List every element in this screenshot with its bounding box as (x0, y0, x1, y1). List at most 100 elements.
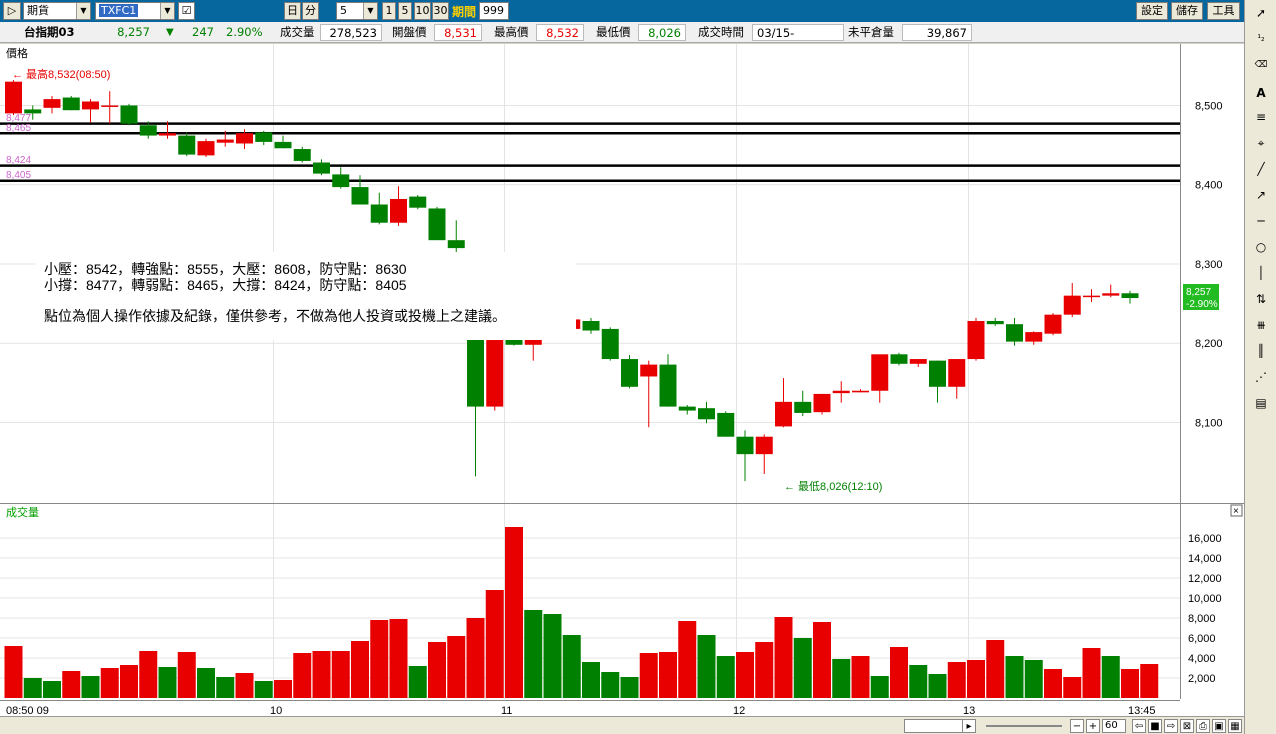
candle-body (775, 401, 792, 427)
volume-bar (81, 676, 100, 698)
volume-bar (447, 636, 466, 698)
candle-body (1063, 295, 1081, 315)
candle-body (236, 133, 253, 144)
cursor-icon[interactable]: ➚ (1251, 4, 1271, 22)
tools-button[interactable]: 工具 (1207, 2, 1240, 20)
line-icon[interactable]: ╱ (1251, 160, 1271, 178)
x-tick-label: 11 (501, 705, 512, 716)
label-icon[interactable]: ⌖ (1251, 134, 1271, 152)
interval-30-button[interactable]: 30 (432, 2, 449, 20)
horizontal-lines-icon[interactable]: ≡ (1251, 108, 1271, 126)
text-icon[interactable]: A (1251, 84, 1271, 102)
interval-5-button[interactable]: 5 (398, 2, 412, 20)
market-select[interactable]: 期貨 ▼ (23, 2, 91, 20)
candle-body (1025, 332, 1043, 342)
symbol-input[interactable]: TXFC1 ▼ (95, 2, 175, 20)
zoom-in-icon[interactable]: + (1086, 719, 1100, 733)
candle-body (293, 149, 311, 161)
candle-body (813, 393, 831, 413)
settings-button[interactable]: 設定 (1136, 2, 1168, 20)
x-tick-label: 10 (270, 705, 282, 716)
y-tick-label: 6,000 (1188, 633, 1216, 645)
low-marker: ← 最低8,026(12:10) (784, 480, 882, 493)
quote-bar: 台指期03 8,257 ▼ 247 2.90% 成交量 278,523 開盤價 … (0, 22, 1244, 57)
volume-bar (4, 646, 23, 698)
candle-body (351, 187, 369, 205)
price-change: 247 (192, 25, 214, 39)
scroll-right-icon[interactable]: ▸ (962, 719, 976, 733)
y-tick-label: 8,400 (1195, 180, 1223, 192)
price-panel-title: 價格 (6, 46, 28, 60)
image-icon[interactable]: ▦ (1228, 719, 1242, 733)
period-day-button[interactable]: 日 (284, 2, 301, 20)
volume-bar (947, 662, 966, 698)
period-input[interactable]: 999 (479, 2, 509, 20)
high-marker: ← 最高8,532(08:50) (12, 67, 110, 81)
candle-body (1006, 324, 1023, 342)
x-tick-label: 08:50 09 (6, 705, 49, 716)
y-tick-label: 10,000 (1188, 593, 1222, 605)
fan-icon[interactable]: ⋰ (1251, 368, 1271, 386)
vertical-bars-icon[interactable]: ║ (1251, 342, 1271, 360)
x-tick-label: 13 (963, 705, 975, 716)
volume-bar (1082, 648, 1101, 698)
candle-body (948, 359, 966, 387)
volume-bar (62, 671, 81, 698)
candle-body (678, 406, 696, 411)
stop-icon[interactable]: ■ (1148, 719, 1162, 733)
zoom-slider[interactable] (986, 725, 1062, 727)
chevron-down-icon: ▼ (363, 3, 377, 19)
checkbox-icon[interactable]: ☑ (178, 2, 195, 20)
candle-body (447, 240, 465, 249)
trade-time-label: 成交時間 (698, 25, 744, 39)
vertical-line-icon[interactable]: │ (1251, 264, 1271, 282)
save-button[interactable]: 儲存 (1171, 2, 1203, 20)
export-icon[interactable]: ▣ (1212, 719, 1226, 733)
volume-bar (601, 672, 620, 698)
candle-body (159, 133, 176, 136)
arrow-line-icon[interactable]: ↗ (1251, 186, 1271, 204)
scroll-left-icon[interactable]: ⇦ (1132, 719, 1146, 733)
volume-bar (351, 641, 369, 698)
price-volume-chart[interactable]: 價格 8,100 8,200 8,300 8,400 8,500 2,000 4,000 6,… (0, 44, 1244, 716)
candle-body (197, 141, 215, 156)
print-icon[interactable]: ⎙ (1196, 719, 1210, 733)
interval-10-button[interactable]: 10 (414, 2, 431, 20)
low-label: 最低價 (596, 25, 631, 39)
volume-bar (1024, 660, 1043, 698)
interval-select[interactable]: 5 ▼ (336, 2, 378, 20)
open-label: 開盤價 (392, 25, 427, 39)
volume-bar (485, 590, 504, 698)
channel-icon[interactable]: ▤ (1251, 394, 1271, 412)
play-icon[interactable]: ▷ (3, 2, 21, 20)
volume-bars (4, 527, 1159, 698)
scroll-right-icon[interactable]: ⇨ (1164, 719, 1178, 733)
eraser-all-icon[interactable]: ⌫ (1251, 56, 1271, 74)
indicator-icon[interactable]: ¹₂ (1251, 30, 1271, 48)
volume-bar (543, 614, 562, 698)
level-tags: 8,477 8,465 8,424 8,405 (6, 113, 31, 181)
fibonacci-icon[interactable]: ⇅ (1251, 290, 1271, 308)
interval-1-button[interactable]: 1 (382, 2, 396, 20)
support-resistance-lines (0, 122, 1180, 182)
x-axis-labels: 08:50 09 10 11 12 13 13:45 (6, 705, 1156, 716)
period-minute-button[interactable]: 分 (302, 2, 319, 20)
y-tick-label: 8,300 (1195, 259, 1223, 271)
volume-bar (793, 638, 812, 698)
candle-body (5, 81, 22, 114)
horizontal-line-icon[interactable]: ─ (1251, 212, 1271, 230)
chart-area[interactable]: 價格 8,100 8,200 8,300 8,400 8,500 2,000 4,000 6,… (0, 44, 1244, 716)
volume-bar (736, 652, 754, 698)
candle-body (1083, 295, 1100, 298)
volume-bar (774, 617, 793, 698)
candle-body (505, 339, 523, 345)
volume-bar (716, 656, 735, 698)
zoom-input[interactable]: 60 (1102, 719, 1126, 733)
drawing-toolbar: ➚ ¹₂ ⌫ A ≡ ⌖ ╱ ↗ ─ ○ │ ⇅ ⧻ ║ ⋰ ▤ (1244, 0, 1276, 734)
circle-icon[interactable]: ○ (1251, 238, 1271, 256)
grid-icon[interactable]: ⧻ (1251, 316, 1271, 334)
close-chart-icon[interactable]: ⊠ (1180, 719, 1194, 733)
zoom-out-icon[interactable]: − (1070, 719, 1084, 733)
volume-bar (928, 674, 947, 698)
chevron-down-icon: ▼ (76, 3, 90, 19)
